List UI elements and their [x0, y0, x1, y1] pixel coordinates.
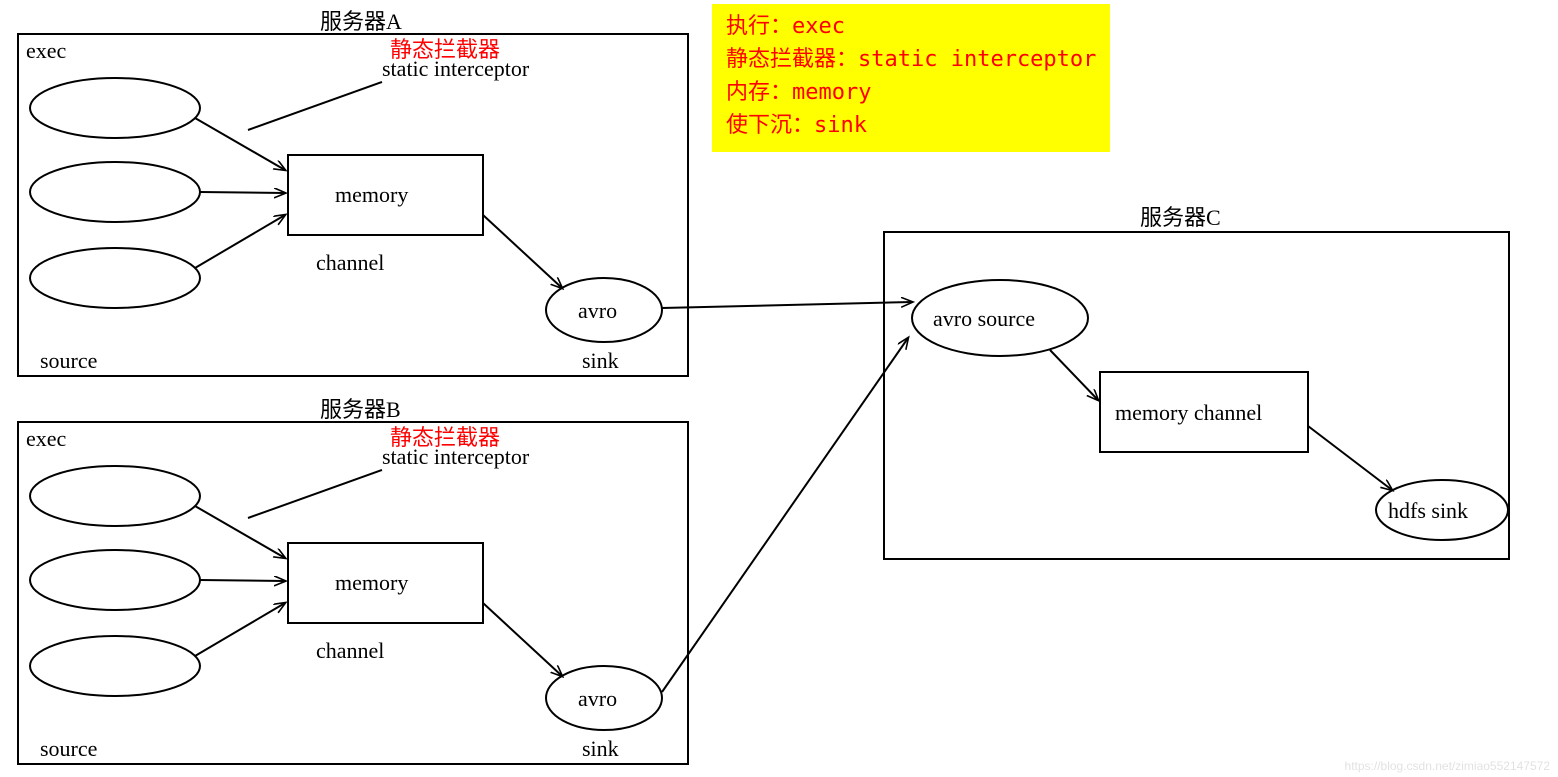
arrow-b-src3-mem — [195, 603, 285, 656]
arrow-b-mem-avro — [483, 603, 562, 676]
server-a-source-3 — [30, 248, 200, 308]
arrow-b-to-c — [662, 338, 908, 692]
arrow-a-to-c — [662, 302, 912, 308]
arrow-a-src2-mem — [200, 192, 285, 193]
legend-line-1: 执行：exec — [726, 10, 1096, 43]
line-b-interceptor — [248, 470, 382, 518]
server-a-exec-label: exec — [26, 38, 66, 64]
server-c-title: 服务器C — [1140, 200, 1221, 232]
server-b-sink-label: sink — [582, 736, 619, 762]
legend-line-4: 使下沉：sink — [726, 109, 1096, 142]
server-c-hdfs-sink-label: hdfs sink — [1388, 498, 1468, 524]
arrow-a-mem-avro — [483, 215, 562, 288]
server-b-title: 服务器B — [320, 392, 401, 424]
server-b-channel-label: channel — [316, 638, 384, 664]
arrow-a-src3-mem — [195, 215, 285, 268]
server-a-source-1 — [30, 78, 200, 138]
arrow-c-chan-sink — [1308, 426, 1392, 490]
legend-line-2: 静态拦截器：static interceptor — [726, 43, 1096, 76]
server-b-source-3 — [30, 636, 200, 696]
legend-line-3: 内存：memory — [726, 76, 1096, 109]
arrow-a-src1-mem — [195, 118, 285, 170]
server-a-memory-label: memory — [335, 182, 408, 208]
server-a-channel-label: channel — [316, 250, 384, 276]
arrow-b-src2-mem — [200, 580, 285, 581]
line-a-interceptor — [248, 82, 382, 130]
server-a-source-label: source — [40, 348, 97, 374]
diagram-stage: 服务器A exec 静态拦截器 static interceptor memor… — [0, 0, 1558, 777]
server-a-avro-label: avro — [578, 298, 617, 324]
server-c-memory-channel-label: memory channel — [1115, 400, 1262, 426]
server-b-source-label: source — [40, 736, 97, 762]
server-a-sink-label: sink — [582, 348, 619, 374]
server-b-source-2 — [30, 550, 200, 610]
arrow-c-src-chan — [1050, 350, 1098, 400]
server-b-source-1 — [30, 466, 200, 526]
server-c-avro-source-label: avro source — [933, 306, 1035, 332]
server-b-memory-label: memory — [335, 570, 408, 596]
server-b-avro-label: avro — [578, 686, 617, 712]
server-a-interceptor-en: static interceptor — [382, 56, 529, 82]
server-b-exec-label: exec — [26, 426, 66, 452]
legend-box: 执行：exec 静态拦截器：static interceptor 内存：memo… — [712, 4, 1110, 152]
watermark: https://blog.csdn.net/zimiao552147572 — [1345, 759, 1550, 773]
server-a-source-2 — [30, 162, 200, 222]
arrow-b-src1-mem — [195, 506, 285, 558]
server-b-interceptor-en: static interceptor — [382, 444, 529, 470]
